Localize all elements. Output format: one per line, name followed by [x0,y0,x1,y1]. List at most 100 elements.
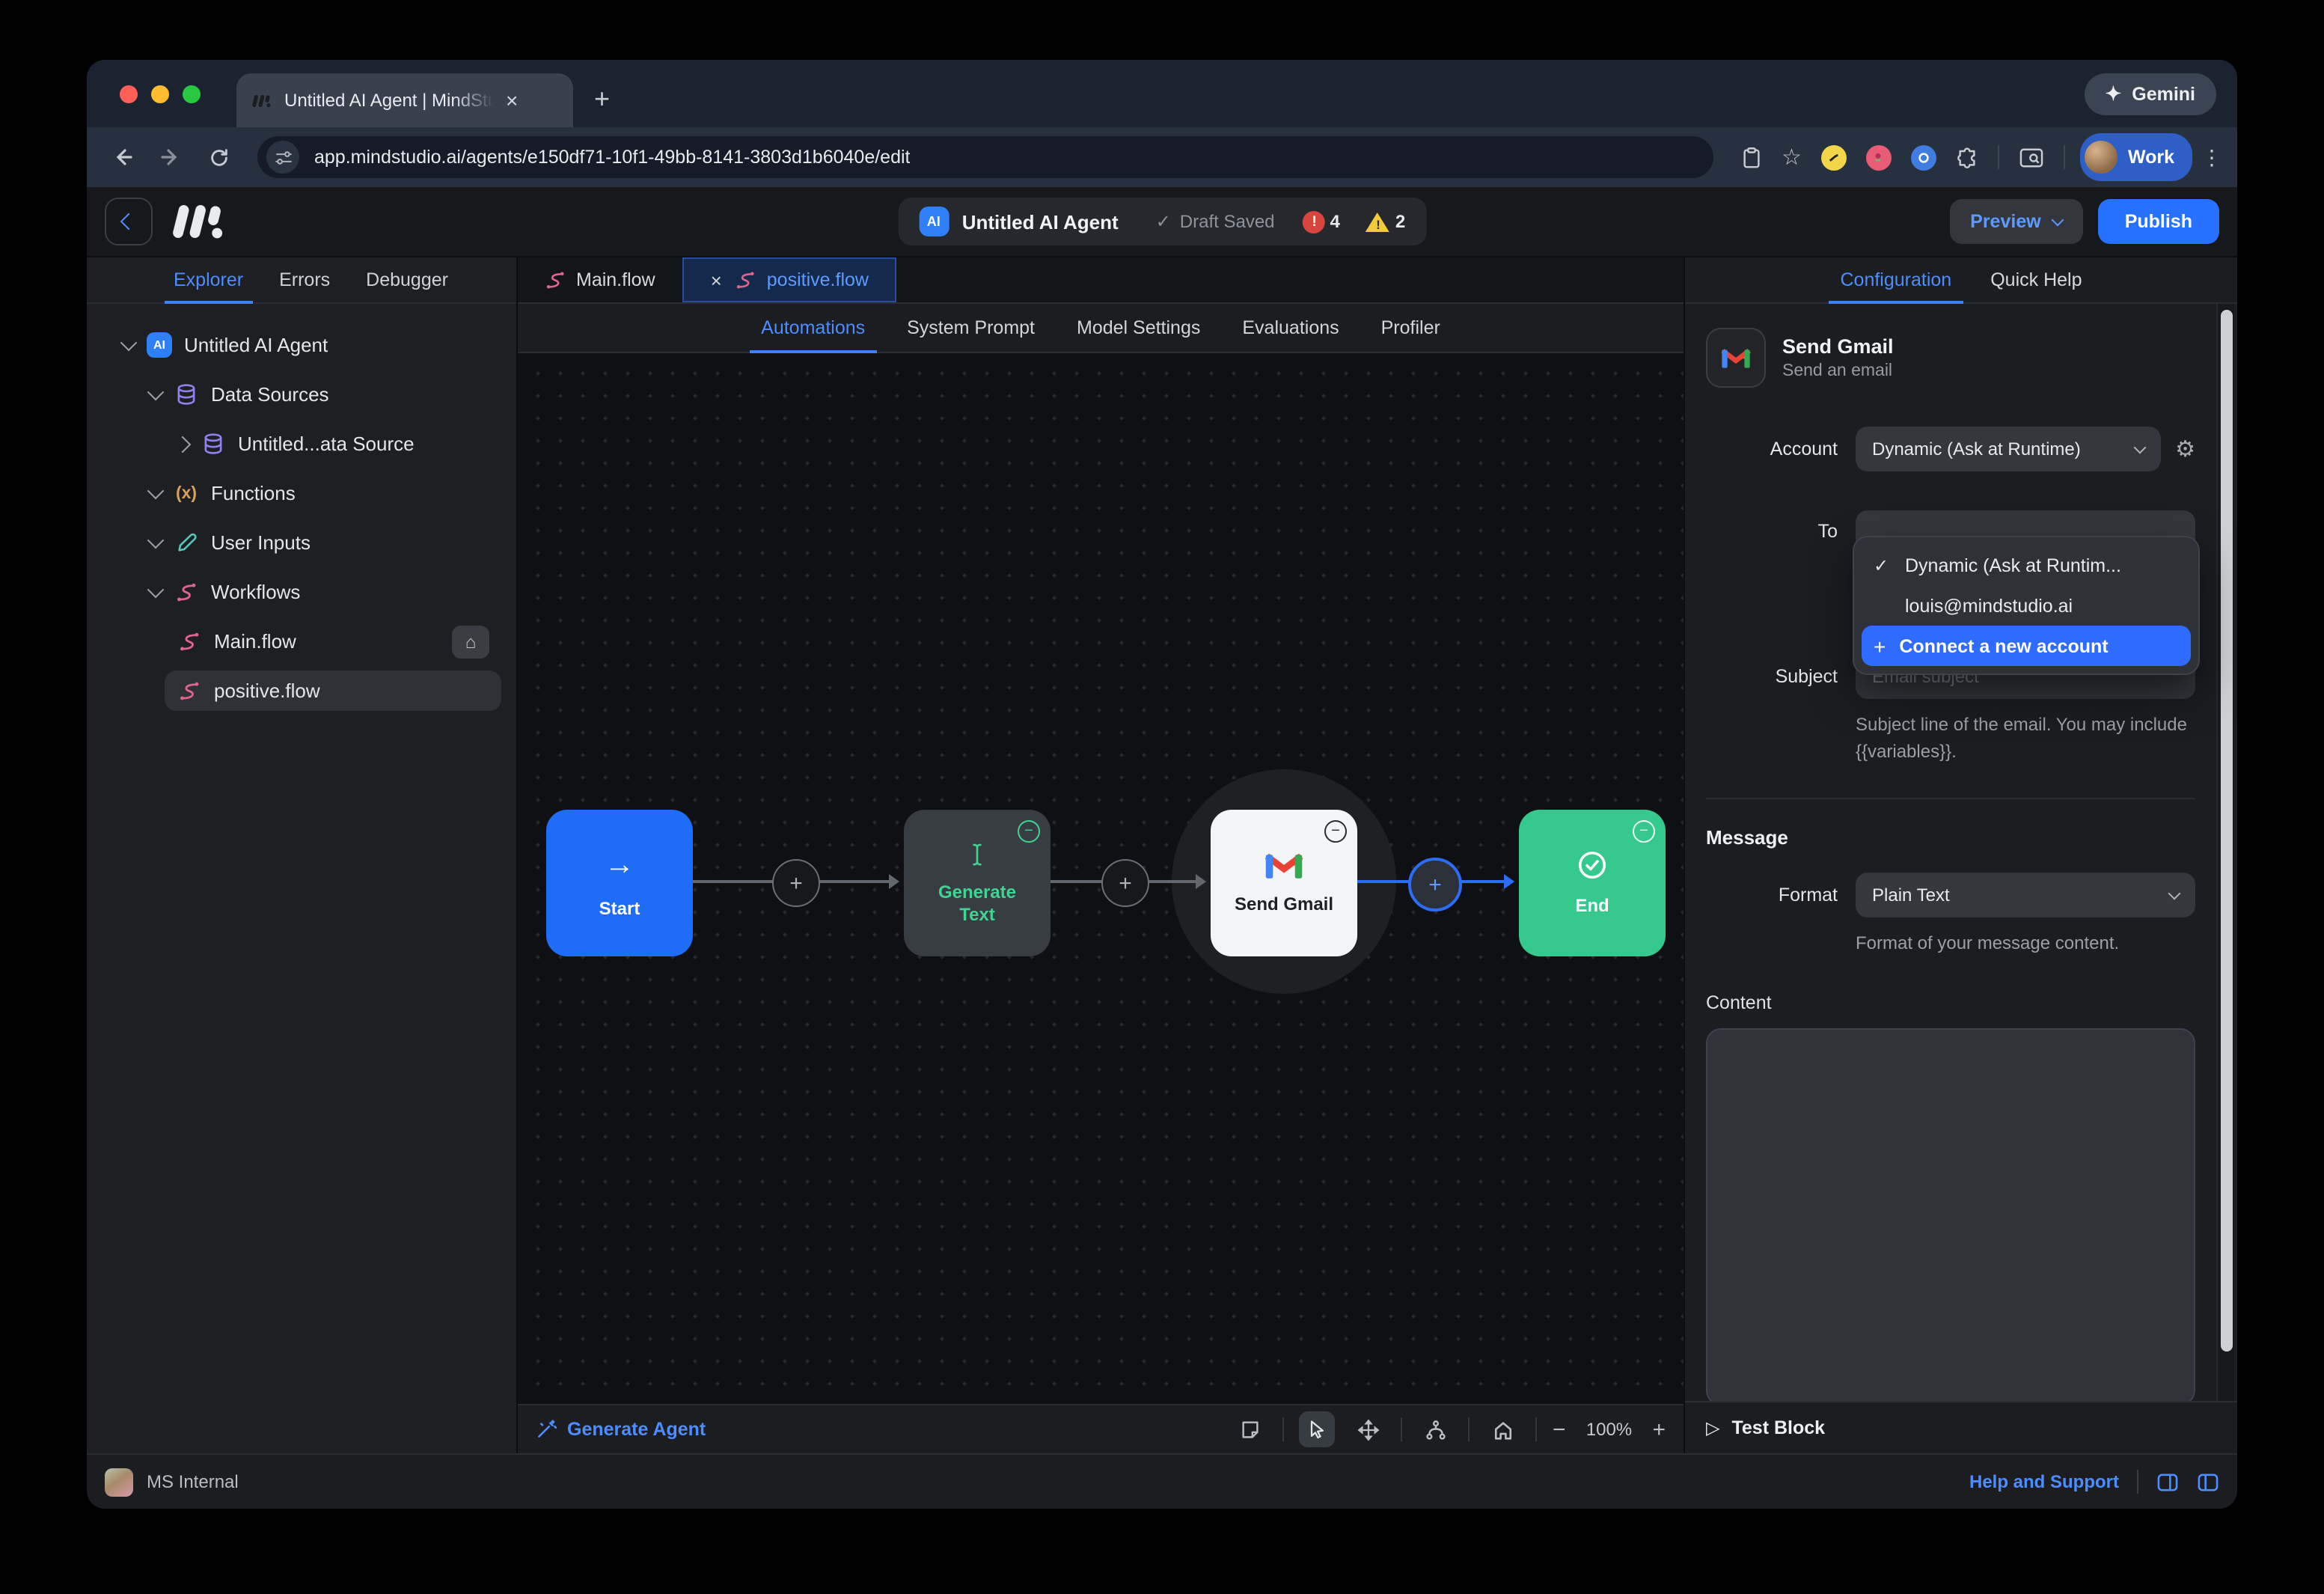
reload-icon[interactable] [198,136,239,178]
tree-item-user-inputs[interactable]: User Inputs [138,522,501,563]
account-select[interactable]: Dynamic (Ask at Runtime) [1856,427,2160,471]
tree-item-workflows[interactable]: Workflows [138,572,501,612]
profile-label: Work [2128,147,2174,168]
check-circle-icon [1576,849,1609,882]
gemini-button[interactable]: ✦ Gemini [2084,73,2216,115]
subtab-profiler[interactable]: Profiler [1381,304,1440,352]
select-cursor-tool[interactable] [1300,1411,1336,1447]
new-tab-button[interactable]: + [594,84,610,115]
zoom-in-button[interactable]: + [1652,1417,1666,1442]
gear-icon[interactable]: ⚙ [2175,436,2195,462]
preview-button[interactable]: Preview [1949,199,2083,244]
publish-button[interactable]: Publish [2098,199,2219,244]
close-window-button[interactable] [120,85,138,103]
tab-search-icon[interactable] [2019,146,2044,168]
tree-item-untitled-data-source[interactable]: Untitled...ata Source [165,424,501,464]
tab-favicon [251,92,272,109]
save-clipboard-icon[interactable] [1740,146,1762,168]
comment-note-icon[interactable] [1232,1411,1268,1447]
add-step-button[interactable]: + [1101,859,1149,907]
error-count: 4 [1330,211,1340,232]
node-start[interactable]: → Start [546,810,693,956]
subtab-evaluations[interactable]: Evaluations [1242,304,1339,352]
collapse-minus-icon[interactable]: − [1018,820,1040,843]
auto-layout-icon[interactable] [1418,1411,1454,1447]
error-counter[interactable]: ! 4 [1303,210,1340,233]
back-icon[interactable] [102,136,144,178]
chevron-down-icon[interactable] [120,335,138,352]
node-send-gmail[interactable]: − Send Gmail [1211,810,1357,956]
tab-configuration[interactable]: Configuration [1841,257,1952,302]
toggle-left-panel-icon[interactable] [2197,1472,2219,1491]
file-tab-positive-flow[interactable]: × positive.flow [682,257,897,302]
chevron-right-icon[interactable] [174,436,192,453]
agent-title-pill[interactable]: AI Untitled AI Agent ✓ Draft Saved ! 4 !… [898,198,1427,245]
node-generate-text[interactable]: − Generate Text [904,810,1051,956]
url-bar[interactable]: app.mindstudio.ai/agents/e150df71-10f1-4… [257,136,1713,178]
menu-item-dynamic[interactable]: ✓ Dynamic (Ask at Runtim... [1862,545,2191,585]
workflow-canvas[interactable]: + + + → Start − Generate Text [518,353,1684,1404]
profile-button[interactable]: Work [2080,133,2192,181]
help-and-support-link[interactable]: Help and Support [1969,1471,2119,1492]
subtab-model-settings[interactable]: Model Settings [1077,304,1200,352]
subtab-automations[interactable]: Automations [761,304,865,352]
format-select[interactable]: Plain Text [1856,873,2195,917]
toolbar-divider [2064,145,2065,169]
subtab-system-prompt[interactable]: System Prompt [907,304,1035,352]
zoom-out-button[interactable]: − [1553,1417,1566,1442]
add-step-button-active[interactable]: + [1408,858,1462,911]
tab-debugger[interactable]: Debugger [366,257,448,302]
extensions-puzzle-icon[interactable] [1956,146,1978,168]
agent-title: Untitled AI Agent [962,210,1119,233]
wand-icon [536,1419,557,1440]
collapse-minus-icon[interactable]: − [1633,820,1655,843]
tab-explorer[interactable]: Explorer [174,257,243,302]
browser-tab[interactable]: Untitled AI Agent | MindStudio × [236,73,573,127]
tab-close-icon[interactable]: × [506,90,518,111]
maximize-window-button[interactable] [183,85,201,103]
chevron-down-icon[interactable] [147,532,165,549]
tree-item-agent-root[interactable]: AI Untitled AI Agent [111,325,501,365]
block-title: Send Gmail [1782,335,1894,358]
extension-yellow-icon[interactable] [1821,144,1847,170]
toggle-right-panel-icon[interactable] [2156,1472,2179,1491]
node-end[interactable]: − End [1519,810,1666,956]
file-tab-main-flow[interactable]: Main.flow [518,257,682,302]
tab-quick-help[interactable]: Quick Help [1990,257,2082,302]
chevron-down-icon[interactable] [147,581,165,599]
menu-item-account-email[interactable]: louis@mindstudio.ai [1862,585,2191,626]
home-view-icon[interactable] [1485,1411,1521,1447]
test-block-bar[interactable]: ▷ Test Block [1685,1401,2237,1453]
forward-icon[interactable] [150,136,192,178]
menu-item-connect-account[interactable]: + Connect a new account [1862,626,2191,666]
extension-pink-icon[interactable] [1866,144,1892,170]
workspace-avatar[interactable] [105,1468,133,1496]
bookmark-star-icon[interactable]: ☆ [1782,144,1802,171]
browser-menu-icon[interactable]: ⋮ [2201,144,2222,170]
chevron-down-icon[interactable] [147,483,165,500]
tab-errors[interactable]: Errors [279,257,330,302]
tree-item-main-flow[interactable]: Main.flow ⌂ [165,621,501,662]
pan-move-tool[interactable] [1351,1411,1386,1447]
extension-blue-icon[interactable] [1911,144,1936,170]
scrollbar-thumb[interactable] [2220,310,2232,1352]
workspace-name[interactable]: MS Internal [147,1471,239,1492]
message-section-title: Message [1706,826,2195,849]
generate-agent-button[interactable]: Generate Agent [536,1419,706,1440]
close-icon[interactable]: × [711,269,722,291]
add-step-button[interactable]: + [772,859,820,907]
app-back-button[interactable] [105,198,153,245]
content-textarea[interactable] [1706,1028,2195,1401]
site-settings-icon[interactable] [266,141,299,174]
format-help: Format of your message content. [1856,929,2195,956]
tree-item-functions[interactable]: (x) Functions [138,473,501,513]
tree-item-positive-flow[interactable]: positive.flow [165,671,501,711]
minimize-window-button[interactable] [151,85,169,103]
mindstudio-logo[interactable] [171,202,227,241]
collapse-minus-icon[interactable]: − [1324,820,1347,843]
tree-item-data-sources[interactable]: Data Sources [138,374,501,415]
block-header: Send Gmail Send an email [1706,328,2195,388]
chevron-down-icon[interactable] [147,384,165,401]
warning-counter[interactable]: ! 2 [1354,210,1405,233]
explorer-panel: Explorer Errors Debugger AI Untitled AI … [87,257,518,1453]
